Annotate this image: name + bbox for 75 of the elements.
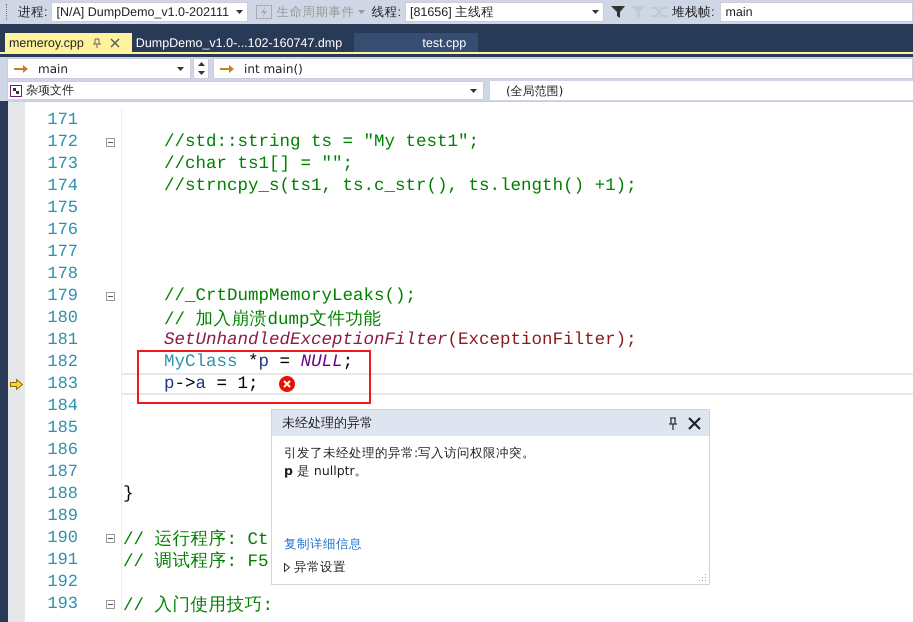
function-dropdown[interactable]: int main() <box>213 58 913 79</box>
process-dropdown[interactable]: [N/A] DumpDemo_v1.0-202111 <box>51 2 248 22</box>
line-number: 185 <box>46 418 78 438</box>
line-number: 192 <box>46 572 78 592</box>
line-number: 183 <box>46 374 78 394</box>
global-scope-dropdown[interactable]: (全局范围) <box>490 81 913 100</box>
caret-icon <box>592 10 599 14</box>
line-number: 190 <box>46 528 78 548</box>
scope-dropdown[interactable]: main <box>7 58 191 79</box>
line-number: 184 <box>46 396 78 416</box>
copy-details-link[interactable]: 复制详细信息 <box>284 535 362 553</box>
pin-icon[interactable] <box>668 416 678 430</box>
code-line: // 调试程序: F5 <box>123 550 269 572</box>
line-number: 180 <box>46 308 78 328</box>
filter-icon[interactable] <box>610 5 626 19</box>
code-line: SetUnhandledExceptionFilter(ExceptionFilter); <box>164 330 637 350</box>
code-line: //char ts1[] = ""; <box>164 154 354 174</box>
line-number: 178 <box>46 264 78 284</box>
code-line: p->a = 1; <box>164 374 259 394</box>
stack-frame-label: 堆栈帧: <box>672 4 714 20</box>
error-icon <box>278 376 295 392</box>
line-number: 188 <box>46 484 78 504</box>
current-line-arrow-icon <box>10 378 23 390</box>
file-tab[interactable]: memeroy.cpp <box>5 33 132 52</box>
code-line: //strncpy_s(ts1, ts.c_str(), ts.length() +1); <box>164 176 637 196</box>
caret-icon <box>177 66 184 70</box>
caret-icon <box>470 88 477 92</box>
line-number: 189 <box>46 506 78 526</box>
code-line: // 加入崩溃dump文件功能 <box>164 308 382 330</box>
collapse-icon[interactable] <box>106 534 115 542</box>
line-number: 175 <box>46 198 78 218</box>
thread-label: 线程: <box>371 4 401 20</box>
line-number: 181 <box>46 330 78 350</box>
close-icon[interactable] <box>110 38 120 48</box>
arrow-icon <box>220 64 234 74</box>
code-line: // 运行程序: Ct <box>123 528 269 550</box>
line-number: 193 <box>46 594 78 614</box>
line-number: 177 <box>46 242 78 262</box>
code-line: //std::string ts = "My test1"; <box>164 132 480 152</box>
project-icon <box>10 84 22 96</box>
line-number: 182 <box>46 352 78 372</box>
exception-detail: p 是 nullptr。 <box>284 462 369 480</box>
code-line: MyClass *p = NULL; <box>164 352 354 372</box>
project-dropdown[interactable]: 杂项文件 <box>7 81 484 100</box>
caret-icon <box>358 10 366 14</box>
collapse-icon[interactable] <box>106 600 115 608</box>
line-number: 176 <box>46 220 78 240</box>
line-number: 173 <box>46 154 78 174</box>
exception-message: 引发了未经处理的异常:写入访问权限冲突。 <box>284 444 536 462</box>
arrow-icon <box>14 64 28 74</box>
caret-icon <box>236 10 244 14</box>
line-number: 172 <box>46 132 78 152</box>
close-icon[interactable] <box>688 416 701 430</box>
collapse-icon[interactable] <box>106 138 115 146</box>
thread-dropdown[interactable]: [81656] 主线程 <box>404 2 604 22</box>
line-number: 187 <box>46 462 78 482</box>
expand-icon[interactable] <box>284 562 290 572</box>
pin-icon[interactable] <box>92 38 102 48</box>
collapse-icon[interactable] <box>106 292 115 300</box>
file-tab[interactable]: test.cpp <box>354 33 478 52</box>
line-number: 174 <box>46 176 78 196</box>
line-number: 186 <box>46 440 78 460</box>
code-line: } <box>123 484 134 504</box>
code-line: //_CrtDumpMemoryLeaks(); <box>164 286 416 306</box>
popup-title: 未经处理的异常 <box>282 415 374 432</box>
spin-buttons[interactable] <box>193 58 209 79</box>
line-number: 191 <box>46 550 78 570</box>
process-label: 进程: <box>18 4 48 20</box>
exception-settings-toggle[interactable]: 异常设置 <box>294 558 346 576</box>
lightning-icon <box>256 5 272 19</box>
line-number: 179 <box>46 286 78 306</box>
line-number: 171 <box>46 110 78 130</box>
resize-grip-icon[interactable] <box>697 572 707 582</box>
stack-frame-dropdown[interactable]: main <box>720 2 913 22</box>
code-line: // 入门使用技巧: <box>123 594 274 616</box>
